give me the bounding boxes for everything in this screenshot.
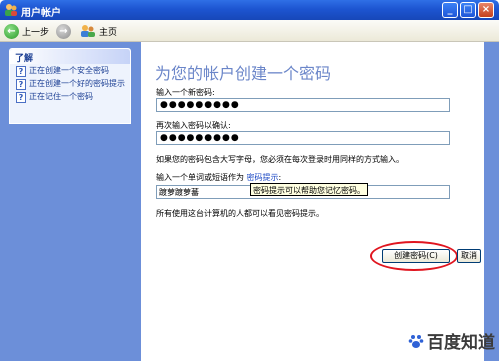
learn-panel-header: 了解	[10, 49, 130, 64]
toolbar: ← 上一步 → 主页	[0, 20, 499, 42]
maximize-icon: □	[463, 4, 473, 15]
sidebar-item-remember-password[interactable]: ? 正在记住一个密码	[10, 90, 130, 103]
page-title: 为您的帐户创建一个密码	[155, 64, 332, 83]
confirm-password-field[interactable]: ●●●●●●●●●	[156, 131, 450, 145]
user-accounts-icon	[5, 4, 17, 16]
back-button[interactable]: ← 上一步	[4, 23, 49, 39]
back-label: 上一步	[22, 27, 50, 38]
forward-arrow-icon: →	[56, 23, 71, 39]
baidu-zhidao-watermark: 百度知道	[408, 328, 495, 353]
hint-label-prefix: 输入一个单词或短语作为	[156, 173, 244, 182]
new-password-field[interactable]: ●●●●●●●●●	[156, 98, 450, 112]
watermark-text: 百度知道	[427, 333, 495, 353]
new-password-label: 输入一个新密码:	[156, 88, 215, 97]
right-border	[484, 42, 499, 361]
users-icon	[81, 25, 95, 37]
sidebar-item-secure-password[interactable]: ? 正在创建一个安全密码	[10, 64, 130, 77]
sidebar-item-label: 正在创建一个好的密码提示	[29, 79, 125, 88]
learn-panel: 了解 ? 正在创建一个安全密码 ? 正在创建一个好的密码提示 ? 正在记住一个密…	[9, 48, 131, 124]
minimize-button[interactable]: _	[442, 2, 458, 18]
sidebar-item-good-hint[interactable]: ? 正在创建一个好的密码提示	[10, 77, 130, 90]
hint-label-suffix: :	[278, 173, 282, 182]
help-icon: ?	[16, 66, 26, 77]
confirm-password-label: 再次输入密码以确认:	[156, 121, 231, 130]
sidebar-item-label: 正在记住一个密码	[29, 92, 93, 101]
baidu-paw-icon	[408, 334, 424, 348]
hint-visibility-note: 所有使用这台计算机的人都可以看见密码提示。	[156, 209, 324, 218]
sidebar-item-label: 正在创建一个安全密码	[29, 66, 109, 75]
home-label: 主页	[99, 27, 118, 38]
close-icon: ×	[481, 4, 491, 15]
title-bar: 用户帐户 _ □ ×	[0, 0, 499, 20]
cancel-button[interactable]: 取消	[457, 249, 481, 263]
hint-tooltip: 密码提示可以帮助您记忆密码。	[250, 183, 368, 196]
home-button[interactable]: 主页	[80, 23, 117, 39]
maximize-button[interactable]: □	[460, 2, 476, 18]
password-hint-link[interactable]: 密码提示	[247, 173, 279, 182]
case-sensitivity-note: 如果您的密码包含大写字母，您必须在每次登录时用同样的方式输入。	[156, 155, 404, 164]
help-icon: ?	[16, 79, 26, 90]
close-button[interactable]: ×	[478, 2, 494, 18]
window-title: 用户帐户	[21, 8, 61, 19]
help-icon: ?	[16, 92, 26, 103]
forward-button[interactable]: →	[56, 23, 71, 39]
back-arrow-icon: ←	[4, 23, 19, 39]
hint-label: 输入一个单词或短语作为 密码提示:	[156, 172, 281, 183]
minimize-icon: _	[447, 4, 453, 15]
create-password-button[interactable]: 创建密码(C)	[382, 249, 450, 263]
